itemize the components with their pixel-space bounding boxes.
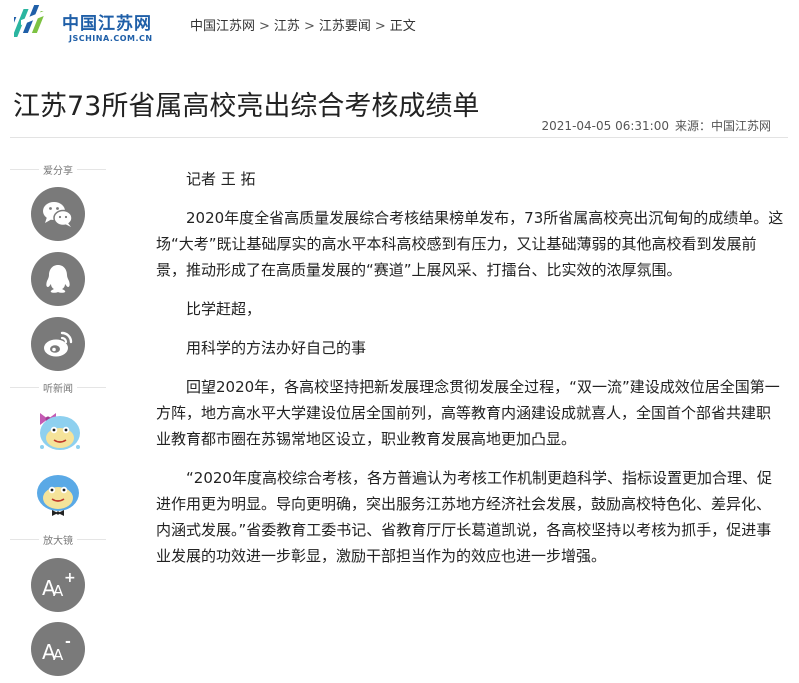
listen-section-header: 听新闻 <box>10 378 106 396</box>
breadcrumb-jiangsu[interactable]: 江苏 <box>274 19 300 34</box>
svg-text:A: A <box>53 646 64 664</box>
female-voice-button[interactable] <box>30 403 86 459</box>
article-paragraph: “2020年度高校综合考核，各方普遍认为考核工作机制更趋科学、指标设置更加合理、… <box>156 469 772 565</box>
logo-mark-icon <box>14 5 49 45</box>
share-section-header: 爱分享 <box>10 160 106 178</box>
site-logo[interactable]: 中国江苏网 JSCHINA.COM.CN <box>14 3 164 47</box>
article-title: 江苏73所省属高校亮出综合考核成绩单 <box>13 91 480 123</box>
zoom-label: 放大镜 <box>39 532 77 547</box>
zoom-section-header: 放大镜 <box>10 530 106 548</box>
article-byline: 记者 王 拓 <box>186 170 256 188</box>
site-header: 中国江苏网 JSCHINA.COM.CN 中国江苏网 > 江苏 > 江苏要闻 > 正文 <box>0 0 799 52</box>
article-subheading: 用科学的方法办好自己的事 <box>186 339 367 357</box>
svg-text:A: A <box>53 582 64 600</box>
wechat-icon <box>43 202 73 227</box>
svg-text:+: + <box>64 570 76 586</box>
male-voice-button[interactable] <box>30 466 86 522</box>
font-decrease-button[interactable]: A A - <box>31 622 85 676</box>
font-increase-button[interactable]: A A + <box>31 558 85 612</box>
breadcrumb-current: 正文 <box>389 19 416 34</box>
male-voice-avatar <box>37 475 79 516</box>
breadcrumb-separator: > <box>374 19 386 34</box>
qq-icon <box>46 265 70 293</box>
weibo-icon <box>44 331 73 357</box>
article-source: 来源：中国江苏网 <box>674 119 771 133</box>
breadcrumb-home[interactable]: 中国江苏网 <box>190 19 255 34</box>
article-paragraph: 2020年度全省高质量发展综合考核结果榜单发布，73所省属高校亮出沉甸甸的成绩单… <box>156 209 784 279</box>
share-sidebar: 爱分享 听新闻 放大镜 A A + A A - <box>10 160 106 676</box>
font-decrease-icon: A A - <box>42 634 71 664</box>
breadcrumb-separator: > <box>259 19 270 34</box>
font-increase-icon: A A + <box>42 570 76 600</box>
breadcrumb-separator: > <box>303 19 315 34</box>
share-label: 爱分享 <box>39 162 77 177</box>
listen-label: 听新闻 <box>39 380 77 395</box>
qq-share-button[interactable] <box>31 252 85 306</box>
wechat-share-button[interactable] <box>31 187 85 241</box>
title-divider <box>10 137 788 138</box>
breadcrumb-news[interactable]: 江苏要闻 <box>319 19 371 34</box>
site-domain: JSCHINA.COM.CN <box>69 34 153 43</box>
site-name: 中国江苏网 <box>62 14 152 34</box>
svg-text:-: - <box>65 634 71 650</box>
breadcrumb: 中国江苏网 > 江苏 > 江苏要闻 > 正文 <box>190 15 416 34</box>
article-paragraph: 回望2020年，各高校坚持把新发展理念贯彻发展全过程，“双一流”建设成效位居全国… <box>156 378 780 448</box>
article-body: 记者 王 拓 2020年度全省高质量发展综合考核结果榜单发布，73所省属高校亮出… <box>156 166 784 582</box>
article-meta: 2021-04-05 06:31:00 来源：中国江苏网 <box>542 117 771 134</box>
article-subheading: 比学赶超， <box>186 300 262 318</box>
weibo-share-button[interactable] <box>31 317 85 371</box>
female-voice-avatar <box>40 413 80 450</box>
article-datetime: 2021-04-05 06:31:00 <box>541 119 669 133</box>
